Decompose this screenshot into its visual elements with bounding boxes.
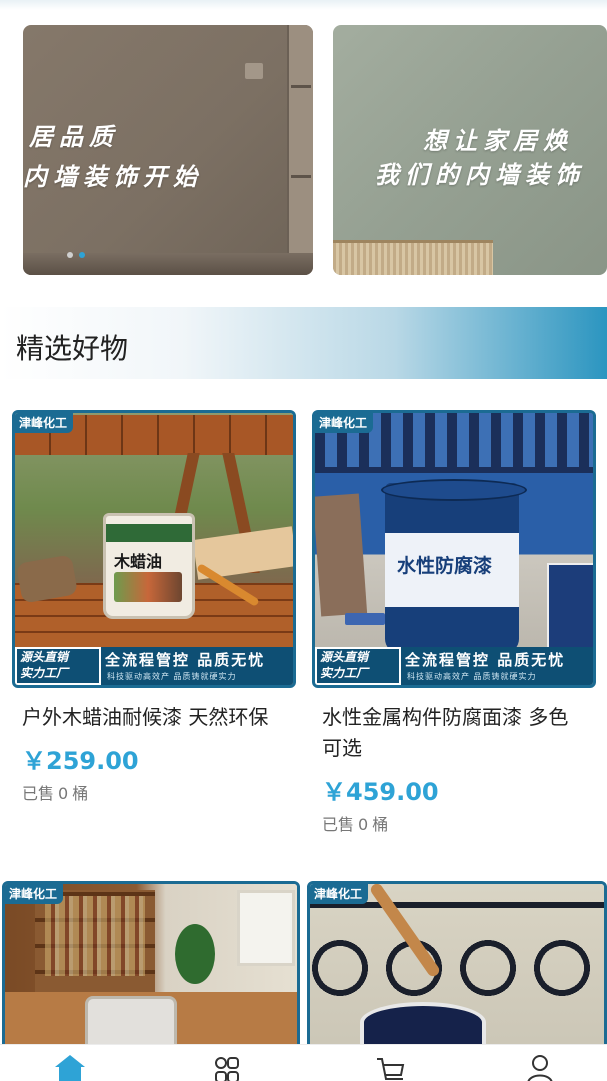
- banner-slide-2-line2: 我们的内墙装饰: [375, 161, 585, 189]
- section-title: 精选好物: [16, 332, 129, 365]
- bucket-lid: [381, 479, 527, 501]
- panel: [315, 493, 368, 617]
- promo-left-line2: 实力工厂: [320, 666, 369, 680]
- user-icon: [527, 1055, 553, 1081]
- promo-sub-text: 科技驱动高效产 品质铸就硬实力: [407, 672, 537, 681]
- product-image[interactable]: 水性防腐漆 津峰化工 源头直销 实力工厂 全流程管控 品质无忧 科技驱动高效产 …: [312, 410, 596, 688]
- sold-number: 0: [358, 815, 369, 834]
- product-card[interactable]: 水性防腐漆 津峰化工 源头直销 实力工厂 全流程管控 品质无忧 科技驱动高效产 …: [312, 410, 596, 835]
- brand-tag: 津峰化工: [315, 413, 374, 433]
- product-price: ￥459.00: [322, 778, 439, 806]
- paint-can: 木蜡油: [103, 513, 195, 619]
- wall-switch: [245, 63, 263, 79]
- plant: [175, 924, 215, 984]
- brand-tag: 津峰化工: [310, 884, 369, 904]
- banner-slide-2[interactable]: 想让家居焕 我们的内墙装饰: [333, 25, 607, 275]
- promo-left-line2: 实力工厂: [20, 666, 69, 680]
- product-title[interactable]: 水性金属构件防腐面漆 多色可选: [322, 702, 582, 764]
- cart-icon: [377, 1058, 405, 1080]
- carousel-dots: [67, 252, 85, 258]
- product-photo-anticorrosion: 水性防腐漆: [315, 413, 593, 685]
- can-band: [106, 524, 192, 542]
- promo-sub-text: 科技驱动高效产 品质铸就硬实力: [107, 672, 237, 681]
- window: [237, 890, 295, 966]
- banner-slide-1-line2: 内墙装饰开始: [23, 163, 203, 191]
- rattan-chair: [333, 240, 493, 275]
- promo-left-line1: 源头直销: [320, 650, 369, 664]
- can-picture: [114, 572, 182, 602]
- carousel-dot: [67, 252, 73, 258]
- sold-count: 已售 0 桶: [22, 780, 296, 804]
- top-strip: [0, 0, 607, 10]
- shelf: [291, 175, 311, 178]
- product-title[interactable]: 户外木蜡油耐候漆 天然环保: [22, 702, 282, 733]
- home-icon: [55, 1055, 85, 1081]
- nav-cart[interactable]: [370, 1053, 410, 1081]
- can-label: 木蜡油: [114, 552, 163, 571]
- promo-left: 源头直销 实力工厂: [15, 647, 101, 685]
- wall-frame: [287, 25, 313, 275]
- sold-unit: 桶: [72, 784, 89, 803]
- promo-bar: 源头直销 实力工厂 全流程管控 品质无忧 科技驱动高效产 品质铸就硬实力: [15, 647, 293, 685]
- panel: [547, 563, 593, 657]
- sold-prefix: 已售: [322, 815, 355, 834]
- brush: [345, 613, 385, 625]
- books: [45, 896, 145, 976]
- promo-left-line1: 源头直销: [20, 650, 69, 664]
- category-icon: [215, 1057, 239, 1081]
- product-image[interactable]: 木蜡油 津峰化工 源头直销 实力工厂 全流程管控 品质无忧 科技驱动高效产 品质…: [12, 410, 296, 688]
- banner-carousel[interactable]: 居品质 内墙装饰开始 想让家居焕 我们的内墙装饰: [0, 0, 607, 300]
- banner-slide-1-line1: 居品质: [29, 123, 119, 151]
- banner-slide-2-line1: 想让家居焕: [423, 127, 573, 155]
- product-card[interactable]: 木蜡油 津峰化工 源头直销 实力工厂 全流程管控 品质无忧 科技驱动高效产 品质…: [12, 410, 296, 804]
- nav-home[interactable]: [50, 1053, 90, 1081]
- product-price: ￥259.00: [22, 747, 139, 775]
- sold-unit: 桶: [372, 815, 389, 834]
- fence-rail: [315, 467, 593, 473]
- promo-left-inner: 源头直销 实力工厂: [17, 649, 99, 683]
- shelf: [291, 85, 311, 88]
- brand-tag: 津峰化工: [5, 884, 64, 904]
- sold-number: 0: [58, 784, 69, 803]
- nav-category[interactable]: [207, 1053, 247, 1081]
- banner-slide-1[interactable]: 居品质 内墙装饰开始: [23, 25, 313, 275]
- promo-bar: 源头直销 实力工厂 全流程管控 品质无忧 科技驱动高效产 品质铸就硬实力: [315, 647, 593, 685]
- bucket-label-text: 水性防腐漆: [397, 555, 493, 577]
- section-header: 精选好物: [0, 307, 607, 379]
- nav-profile[interactable]: [520, 1053, 560, 1081]
- sold-prefix: 已售: [22, 784, 55, 803]
- sold-count: 已售 0 桶: [322, 811, 596, 835]
- bottom-nav: [0, 1044, 607, 1081]
- brand-tag: 津峰化工: [15, 413, 74, 433]
- product-photo-wood-oil: 木蜡油: [15, 413, 293, 685]
- promo-main-text: 全流程管控 品质无忧: [105, 651, 266, 669]
- promo-main-text: 全流程管控 品质无忧: [405, 651, 566, 669]
- promo-left-inner: 源头直销 实力工厂: [317, 649, 399, 683]
- carousel-dot-active: [79, 252, 85, 258]
- paint-bucket: 水性防腐漆: [381, 479, 527, 653]
- promo-left: 源头直销 实力工厂: [315, 647, 401, 685]
